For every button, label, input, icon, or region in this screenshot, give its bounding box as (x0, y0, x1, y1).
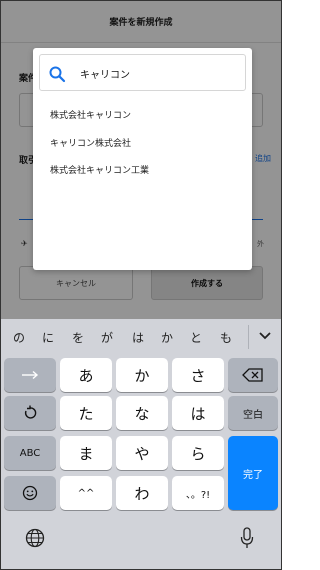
japanese-keyboard: の に を が は か と も あ か さ た な は 空白 ABC ま や ら… (1, 319, 281, 569)
candidate-item[interactable]: と (190, 329, 202, 346)
client-search-input[interactable]: キャリコン (39, 54, 246, 91)
key-a[interactable]: あ (60, 358, 112, 392)
suggestion-item[interactable]: キャリコン株式会社 (50, 136, 131, 149)
undo-key[interactable] (4, 396, 56, 430)
key-wa[interactable]: わ (116, 476, 168, 510)
arrow-right-key[interactable] (4, 358, 56, 392)
candidate-item[interactable]: か (161, 329, 173, 346)
globe-icon[interactable] (25, 528, 45, 548)
candidate-bar: の に を が は か と も (1, 319, 281, 355)
key-ka[interactable]: か (116, 358, 168, 392)
delete-key[interactable] (228, 358, 278, 392)
key-ha[interactable]: は (172, 396, 224, 430)
key-ra[interactable]: ら (172, 436, 224, 470)
key-kaomoji[interactable]: ^^ (60, 476, 112, 510)
emoji-icon (22, 485, 38, 501)
key-punctuation[interactable]: 、。?! (172, 476, 224, 510)
emoji-key[interactable] (4, 476, 56, 510)
suggestion-item[interactable]: 株式会社キャリコン工業 (50, 163, 149, 176)
candidate-item[interactable]: は (132, 329, 144, 346)
arrow-right-icon (22, 370, 39, 380)
backspace-icon (242, 368, 263, 382)
done-key[interactable]: 完了 (228, 436, 278, 510)
suggestion-item[interactable]: 株式会社キャリコン (50, 108, 131, 121)
search-value: キャリコン (80, 70, 130, 81)
abc-key[interactable]: ABC (4, 436, 56, 470)
candidate-item[interactable]: の (13, 329, 25, 346)
candidate-item[interactable]: が (101, 329, 113, 346)
key-ma[interactable]: ま (60, 436, 112, 470)
candidate-item[interactable]: も (220, 329, 232, 346)
chevron-down-icon[interactable] (258, 331, 272, 341)
candidate-item[interactable]: に (42, 329, 54, 346)
key-ta[interactable]: た (60, 396, 112, 430)
client-search-popup: キャリコン 株式会社キャリコン キャリコン株式会社 株式会社キャリコン工業 (33, 48, 252, 270)
space-key[interactable]: 空白 (228, 396, 278, 430)
search-icon (49, 66, 66, 83)
candidate-separator (248, 325, 249, 349)
undo-icon (24, 405, 37, 419)
candidate-item[interactable]: を (72, 329, 84, 346)
key-ya[interactable]: や (116, 436, 168, 470)
key-sa[interactable]: さ (172, 358, 224, 392)
phone-screen: 案件を新規作成 案件 取引 追加 ✈ 外 キャンセル 作成する キャリコン 株式… (0, 0, 282, 570)
microphone-icon[interactable] (240, 527, 254, 549)
key-na[interactable]: な (116, 396, 168, 430)
